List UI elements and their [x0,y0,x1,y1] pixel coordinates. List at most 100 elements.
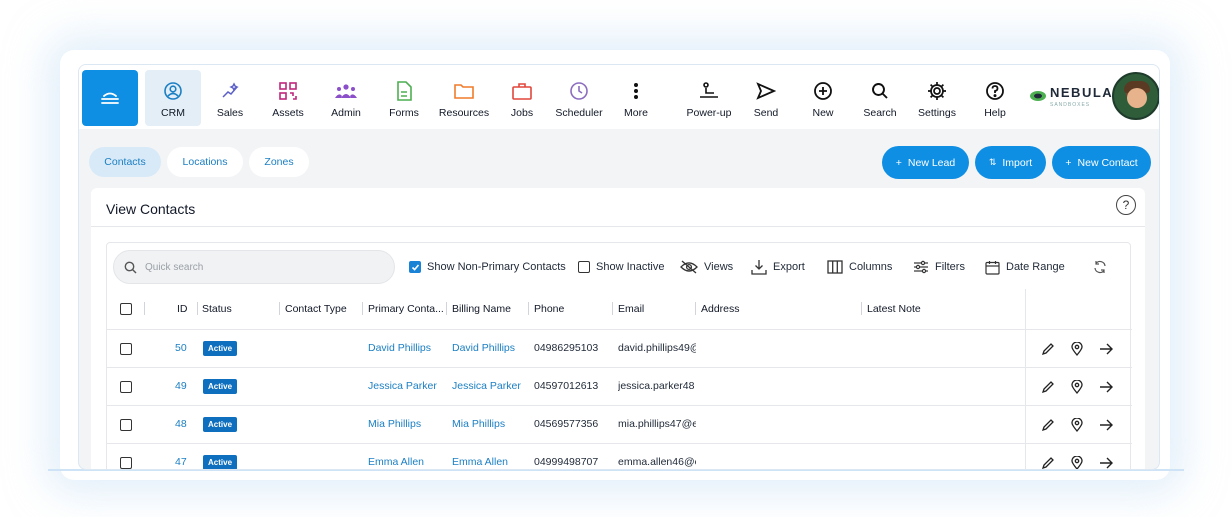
open-button[interactable] [1097,416,1115,434]
checkbox[interactable] [578,261,590,273]
row-checkbox[interactable] [120,343,132,355]
table-row[interactable]: 50 Active David Phillips David Phillips … [107,330,1132,368]
export-button[interactable]: Export [751,258,805,276]
header-address[interactable]: Address [701,303,740,315]
row-checkbox[interactable] [120,381,132,393]
header-primary-contact[interactable]: Primary Conta... [368,303,444,315]
nav-forms[interactable]: Forms [376,70,432,126]
primary-contact-link[interactable]: Mia Phillips [368,418,448,430]
views-button[interactable]: Views [680,258,733,276]
primary-contact-link[interactable]: Emma Allen [368,456,448,468]
location-button[interactable] [1068,340,1086,358]
filters-button[interactable]: Filters [913,258,965,276]
header-status[interactable]: Status [202,303,232,315]
nav-power-up[interactable]: Power-up [681,70,737,126]
location-button[interactable] [1068,454,1086,469]
quick-search[interactable] [113,250,395,284]
import-button[interactable]: ⇅ Import [975,146,1046,179]
table-row[interactable]: 49 Active Jessica Parker Jessica Parker … [107,368,1132,406]
open-button[interactable] [1097,340,1115,358]
nav-assets[interactable]: Assets [260,70,316,126]
header-latest-note[interactable]: Latest Note [867,303,921,315]
primary-contact-link[interactable]: Jessica Parker [368,380,448,392]
help-icon [986,82,1004,100]
nav-new[interactable]: New [795,70,851,126]
nav-settings[interactable]: Settings [909,70,965,126]
new-lead-button[interactable]: + New Lead [882,146,969,179]
open-button[interactable] [1097,378,1115,396]
nav-jobs[interactable]: Jobs [494,70,550,126]
tab-contacts[interactable]: Contacts [89,147,161,177]
nav-power-up-label: Power-up [686,107,732,119]
nav-sales[interactable]: Sales [202,70,258,126]
location-button[interactable] [1068,416,1086,434]
nav-help[interactable]: Help [967,70,1023,126]
table-row[interactable]: 47 Active Emma Allen Emma Allen 04999498… [107,444,1132,469]
nav-forms-label: Forms [389,107,419,119]
nav-admin[interactable]: Admin [318,70,374,126]
billing-name-link[interactable]: Jessica Parker [452,380,532,392]
nav-send[interactable]: Send [738,70,794,126]
header-separator [362,302,363,315]
nav-search[interactable]: Search [852,70,908,126]
show-non-primary-toggle[interactable]: Show Non-Primary Contacts [409,258,566,276]
nav-resources[interactable]: Resources [436,70,492,126]
tab-locations[interactable]: Locations [167,147,243,177]
billing-name-link[interactable]: Mia Phillips [452,418,532,430]
nav-scheduler[interactable]: Scheduler [551,70,607,126]
nav-settings-label: Settings [918,107,956,119]
edit-button[interactable] [1039,454,1057,469]
show-inactive-toggle[interactable]: Show Inactive [578,258,664,276]
edit-button[interactable] [1039,340,1057,358]
header-email[interactable]: Email [618,303,644,315]
columns-button[interactable]: Columns [827,258,892,276]
nav-crm[interactable]: CRM [145,70,201,126]
contacts-card: View Contacts ? Show Non-Primary Contact… [91,188,1145,469]
nav-admin-label: Admin [331,107,361,119]
pencil-icon [1041,457,1054,469]
billing-name-link[interactable]: David Phillips [452,342,532,354]
nav-search-label: Search [863,107,897,119]
check-icon [411,263,419,271]
menu-toggle-button[interactable] [82,70,138,126]
nav-more[interactable]: More [608,70,664,126]
refresh-button[interactable] [1093,258,1107,276]
new-contact-button[interactable]: + New Contact [1052,146,1151,179]
billing-name-link[interactable]: Emma Allen [452,456,532,468]
open-button[interactable] [1097,454,1115,469]
import-label: Import [1002,156,1033,169]
edit-button[interactable] [1039,378,1057,396]
sparkle-chart-icon [222,82,239,98]
header-id[interactable]: ID [177,303,188,315]
row-id[interactable]: 50 [175,342,187,354]
row-checkbox[interactable] [120,419,132,431]
tab-zones[interactable]: Zones [249,147,309,177]
avatar[interactable] [1112,72,1159,120]
gear-icon [928,82,946,100]
power-up-icon [700,82,718,98]
table-row[interactable]: 48 Active Mia Phillips Mia Phillips 0456… [107,406,1132,444]
document-icon [397,81,412,101]
calendar-icon [985,260,1000,275]
search-input[interactable] [145,261,375,273]
contacts-grid: Show Non-Primary Contacts Show Inactive … [106,242,1132,469]
header-phone[interactable]: Phone [534,303,564,315]
row-id[interactable]: 49 [175,380,187,392]
edit-button[interactable] [1039,416,1057,434]
primary-contact-link[interactable]: David Phillips [368,342,448,354]
row-checkbox[interactable] [120,457,132,469]
checkbox-checked[interactable] [409,261,421,273]
select-all-checkbox[interactable] [120,303,132,315]
location-button[interactable] [1068,378,1086,396]
pencil-icon [1041,419,1054,432]
header-billing-name[interactable]: Billing Name [452,303,511,315]
row-id[interactable]: 47 [175,456,187,468]
email-cell: david.phillips49@ [618,342,696,354]
refresh-icon [1094,260,1106,274]
row-id[interactable]: 48 [175,418,187,430]
help-button[interactable]: ? [1116,195,1136,215]
eye-off-icon [680,260,698,274]
send-icon [756,82,776,100]
date-range-button[interactable]: Date Range [985,258,1065,276]
header-contact-type[interactable]: Contact Type [285,303,347,315]
